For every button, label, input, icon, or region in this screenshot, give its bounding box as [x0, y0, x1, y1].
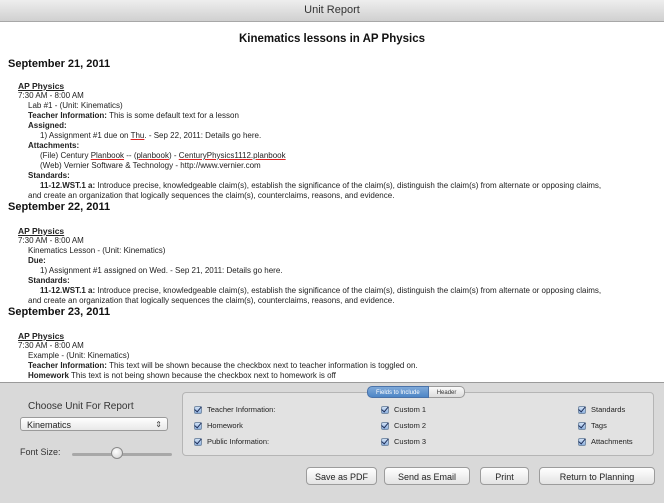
course-name: AP Physics: [18, 81, 65, 91]
window-title: Unit Report: [0, 0, 664, 22]
return-to-planning-button[interactable]: Return to Planning: [539, 467, 655, 485]
unit-select[interactable]: Kinematics ⇕: [20, 417, 168, 431]
option-tags[interactable]: Tags: [578, 421, 607, 431]
standard-text: 11-12.WST.1 a: Introduce precise, knowle…: [40, 286, 602, 295]
checkbox-checked-icon[interactable]: [194, 422, 202, 430]
lesson-entry: AP Physics 7:30 AM - 8:00 AM Kinematics …: [18, 226, 664, 306]
report-settings-panel: Choose Unit For Report Kinematics ⇕ Font…: [0, 383, 180, 503]
standard-text-cont: and create an organization that logicall…: [28, 296, 395, 305]
standard-text-cont: and create an organization that logicall…: [28, 191, 395, 200]
checkbox-checked-icon[interactable]: [578, 422, 586, 430]
lesson-time: 7:30 AM - 8:00 AM: [18, 341, 84, 350]
checkbox-checked-icon[interactable]: [194, 438, 202, 446]
attachment-file[interactable]: (File) Century Planbook -- (planbook) - …: [40, 151, 664, 161]
option-custom-2[interactable]: Custom 2: [381, 421, 426, 431]
lesson-title: Lab #1 - (Unit: Kinematics): [28, 101, 123, 110]
option-custom-3[interactable]: Custom 3: [381, 437, 426, 447]
save-as-pdf-button[interactable]: Save as PDF: [306, 467, 377, 485]
report-title: Kinematics lessons in AP Physics: [239, 33, 425, 45]
checkbox-checked-icon[interactable]: [381, 406, 389, 414]
homework-info: Homework This text is not being shown be…: [28, 371, 336, 380]
lesson-time: 7:30 AM - 8:00 AM: [18, 236, 84, 245]
tab-fields-to-include[interactable]: Fields to Include: [367, 386, 429, 398]
checkbox-checked-icon[interactable]: [381, 422, 389, 430]
option-custom-1[interactable]: Custom 1: [381, 405, 426, 415]
report-view[interactable]: Kinematics lessons in AP Physics Septemb…: [0, 22, 664, 383]
choose-unit-label: Choose Unit For Report: [28, 401, 134, 412]
attachment-web[interactable]: (Web) Vernier Software & Technology - ht…: [40, 161, 664, 171]
checkbox-checked-icon[interactable]: [578, 406, 586, 414]
lesson-time: 7:30 AM - 8:00 AM: [18, 91, 84, 100]
checkbox-checked-icon[interactable]: [194, 406, 202, 414]
due-item: 1) Assignment #1 assigned on Wed. - Sep …: [40, 266, 283, 275]
course-name: AP Physics: [18, 226, 65, 236]
lesson-entry: AP Physics 7:30 AM - 8:00 AM Lab #1 - (U…: [18, 81, 664, 201]
font-size-slider-thumb[interactable]: [111, 447, 123, 459]
lesson-entry: AP Physics 7:30 AM - 8:00 AM Example - (…: [18, 331, 664, 381]
tab-header[interactable]: Header: [428, 386, 466, 398]
send-as-email-button[interactable]: Send as Email: [384, 467, 470, 485]
print-button[interactable]: Print: [480, 467, 529, 485]
option-teacher-information[interactable]: Teacher Information:: [194, 405, 275, 415]
standards-label: Standards:: [28, 276, 70, 285]
date-heading: September 23, 2011: [8, 306, 111, 318]
font-size-label: Font Size:: [20, 447, 61, 457]
option-public-information[interactable]: Public Information:: [194, 437, 269, 447]
date-heading: September 22, 2011: [8, 201, 111, 213]
checkbox-checked-icon[interactable]: [381, 438, 389, 446]
unit-select-value: Kinematics: [27, 420, 72, 430]
standard-text: 11-12.WST.1 a: Introduce precise, knowle…: [40, 181, 602, 190]
attachments-label: Attachments:: [28, 141, 80, 150]
teacher-info: Teacher Information: This text will be s…: [28, 361, 418, 370]
date-heading: September 21, 2011: [8, 58, 111, 70]
checkbox-checked-icon[interactable]: [578, 438, 586, 446]
option-homework[interactable]: Homework: [194, 421, 243, 431]
lesson-title: Kinematics Lesson - (Unit: Kinematics): [28, 246, 166, 255]
chevron-updown-icon: ⇕: [155, 420, 162, 429]
options-tabs: Fields to Include Header: [367, 386, 466, 398]
assigned-item: 1) Assignment #1 due on Thu. - Sep 22, 2…: [40, 131, 262, 140]
teacher-info: Teacher Information: This is some defaul…: [28, 111, 239, 120]
option-attachments[interactable]: Attachments: [578, 437, 633, 447]
assigned-label: Assigned:: [28, 121, 67, 130]
lesson-title: Example - (Unit: Kinematics): [28, 351, 130, 360]
course-name: AP Physics: [18, 331, 65, 341]
standards-label: Standards:: [28, 171, 70, 180]
due-label: Due:: [28, 256, 46, 265]
option-standards[interactable]: Standards: [578, 405, 625, 415]
